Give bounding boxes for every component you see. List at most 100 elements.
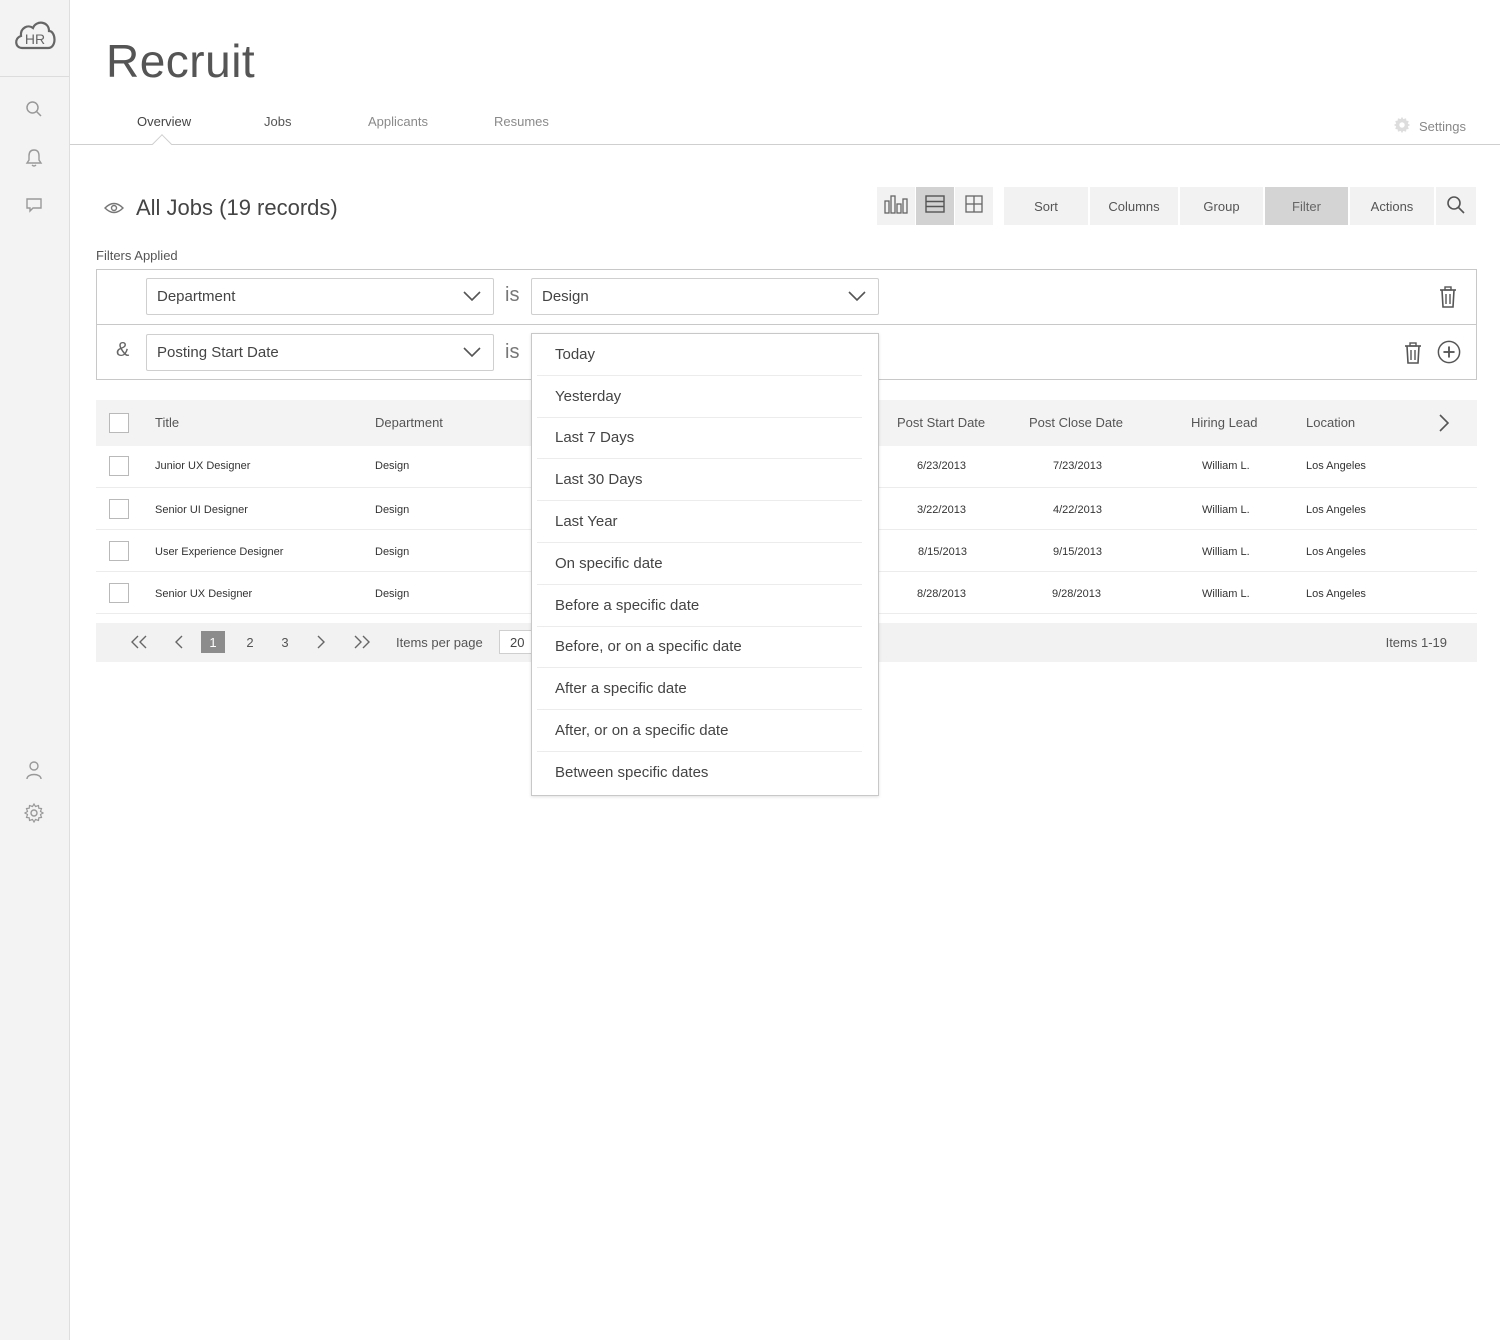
- row-checkbox[interactable]: [109, 583, 129, 603]
- row-checkbox[interactable]: [109, 541, 129, 561]
- search-icon: [1446, 195, 1466, 218]
- cell-title: Junior UX Designer: [155, 460, 251, 472]
- settings-link[interactable]: Settings: [1393, 116, 1466, 137]
- cell-hiring-lead: William L.: [1202, 588, 1250, 600]
- nav-tabs: Overview Jobs Applicants Resumes Setting…: [70, 110, 1500, 154]
- sort-button[interactable]: Sort: [1004, 187, 1088, 225]
- date-option-yesterday[interactable]: Yesterday: [537, 376, 862, 418]
- logo-text: HR: [25, 31, 45, 47]
- grid-view-icon: [965, 194, 983, 218]
- cell-location: Los Angeles: [1306, 504, 1366, 516]
- page-1-button[interactable]: 1: [201, 631, 225, 653]
- page-3-button[interactable]: 3: [276, 631, 294, 653]
- view-switcher: [877, 187, 994, 225]
- actions-button[interactable]: Actions: [1350, 187, 1434, 225]
- date-option-last-year[interactable]: Last Year: [537, 501, 862, 543]
- filters-applied-label: Filters Applied: [96, 248, 178, 263]
- filter-row-department: Department is Design: [96, 269, 1477, 325]
- next-page-icon[interactable]: [312, 631, 330, 653]
- cell-location: Los Angeles: [1306, 588, 1366, 600]
- cell-post-close-date: 9/28/2013: [1052, 588, 1101, 600]
- date-option-before-or-on-specific-date[interactable]: Before, or on a specific date: [537, 627, 862, 669]
- chart-view-button[interactable]: [877, 187, 915, 225]
- active-tab-indicator: [152, 134, 172, 154]
- page-2-button[interactable]: 2: [241, 631, 259, 653]
- cell-title: Senior UI Designer: [155, 504, 248, 516]
- chevron-down-icon: [848, 289, 866, 306]
- records-header: All Jobs (19 records): [104, 195, 338, 221]
- filter-operator: is: [505, 284, 520, 306]
- tab-jobs[interactable]: Jobs: [264, 114, 291, 129]
- date-options-dropdown: Today Yesterday Last 7 Days Last 30 Days…: [531, 333, 879, 796]
- select-all-checkbox[interactable]: [109, 413, 129, 433]
- filter-field-value: Department: [157, 288, 236, 305]
- first-page-icon[interactable]: [128, 631, 150, 653]
- filter-button[interactable]: Filter: [1265, 187, 1348, 225]
- chevron-right-icon[interactable]: [1438, 413, 1450, 438]
- gear-icon[interactable]: [23, 802, 45, 824]
- records-title: All Jobs (19 records): [136, 195, 338, 220]
- app-title: Recruit: [106, 35, 256, 87]
- filter-value: Design: [542, 288, 589, 305]
- items-per-page-label: Items per page: [396, 635, 483, 650]
- sidebar: HR: [0, 0, 70, 1340]
- column-header-title[interactable]: Title: [155, 415, 179, 430]
- last-page-icon[interactable]: [351, 631, 373, 653]
- add-filter-icon[interactable]: [1437, 340, 1461, 364]
- cell-title: User Experience Designer: [155, 546, 284, 558]
- cell-department: Design: [375, 460, 410, 472]
- chevron-down-icon: [463, 345, 481, 362]
- tab-applicants[interactable]: Applicants: [368, 114, 428, 129]
- column-header-hiring-lead[interactable]: Hiring Lead: [1191, 415, 1258, 430]
- toolbar-search-button[interactable]: [1436, 187, 1476, 225]
- filter-field-select[interactable]: Posting Start Date: [146, 334, 494, 371]
- tab-resumes[interactable]: Resumes: [494, 114, 549, 129]
- tab-overview[interactable]: Overview: [137, 114, 191, 129]
- cell-hiring-lead: William L.: [1202, 546, 1250, 558]
- cell-post-start-date: 3/22/2013: [917, 504, 966, 516]
- grid-view-button[interactable]: [955, 187, 993, 225]
- user-icon[interactable]: [23, 759, 45, 781]
- column-header-post-start-date[interactable]: Post Start Date: [897, 415, 985, 430]
- date-option-before-specific-date[interactable]: Before a specific date: [537, 585, 862, 627]
- cell-hiring-lead: William L.: [1202, 460, 1250, 472]
- date-option-last-30-days[interactable]: Last 30 Days: [537, 459, 862, 502]
- column-header-post-close-date[interactable]: Post Close Date: [1029, 415, 1123, 430]
- hr-cloud-logo[interactable]: HR: [12, 16, 58, 56]
- cell-post-start-date: 8/15/2013: [918, 546, 967, 558]
- cell-hiring-lead: William L.: [1202, 504, 1250, 516]
- cell-post-close-date: 7/23/2013: [1053, 460, 1102, 472]
- settings-label: Settings: [1419, 119, 1466, 134]
- date-option-last-7-days[interactable]: Last 7 Days: [537, 418, 862, 460]
- prev-page-icon[interactable]: [170, 631, 188, 653]
- chat-icon[interactable]: [23, 194, 45, 216]
- group-button[interactable]: Group: [1180, 187, 1263, 225]
- filter-value-select[interactable]: Design: [531, 278, 879, 315]
- cell-post-start-date: 8/28/2013: [917, 588, 966, 600]
- row-checkbox[interactable]: [109, 499, 129, 519]
- chevron-down-icon: [463, 289, 481, 306]
- cell-department: Design: [375, 546, 410, 558]
- cell-department: Design: [375, 504, 410, 516]
- settings-gear-icon: [1393, 116, 1411, 137]
- date-option-between-specific-dates[interactable]: Between specific dates: [537, 752, 862, 794]
- date-option-after-specific-date[interactable]: After a specific date: [537, 668, 862, 711]
- cell-location: Los Angeles: [1306, 546, 1366, 558]
- cell-location: Los Angeles: [1306, 460, 1366, 472]
- trash-icon[interactable]: [1401, 341, 1425, 365]
- row-checkbox[interactable]: [109, 456, 129, 476]
- column-header-location[interactable]: Location: [1306, 415, 1355, 430]
- sidebar-divider: [0, 76, 69, 77]
- date-option-on-specific-date[interactable]: On specific date: [537, 543, 862, 585]
- eye-icon[interactable]: [104, 195, 124, 221]
- filter-operator: is: [505, 341, 520, 363]
- columns-button[interactable]: Columns: [1090, 187, 1178, 225]
- trash-icon[interactable]: [1436, 285, 1460, 309]
- date-option-today[interactable]: Today: [537, 334, 862, 376]
- column-header-department[interactable]: Department: [375, 415, 443, 430]
- filter-field-select[interactable]: Department: [146, 278, 494, 315]
- bell-icon[interactable]: [23, 147, 45, 169]
- search-icon[interactable]: [23, 98, 45, 120]
- date-option-after-or-on-specific-date[interactable]: After, or on a specific date: [537, 710, 862, 752]
- list-view-button[interactable]: [916, 187, 954, 225]
